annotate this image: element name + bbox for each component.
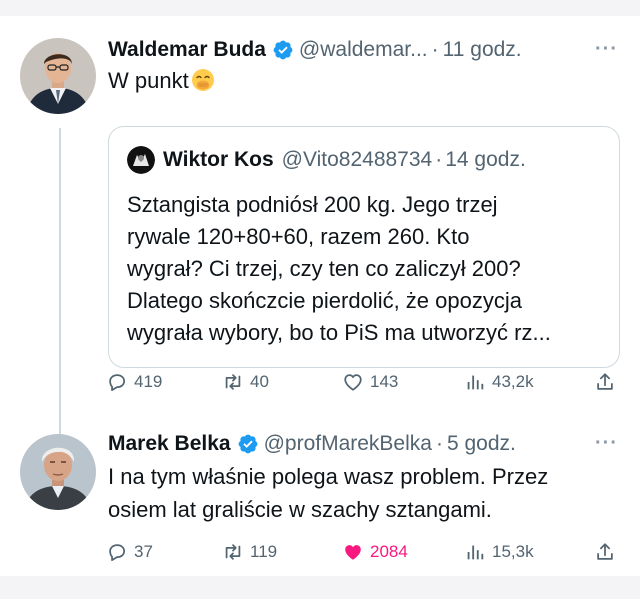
verified-badge-icon [272,39,294,61]
more-options-icon[interactable]: ··· [595,432,618,455]
author-handle[interactable]: @profMarekBelka [264,432,432,456]
tweet-text-line: I na tym właśnie polega wasz problem. Pr… [108,464,549,489]
repost-button[interactable]: 40 [222,368,269,396]
views-icon [464,371,486,393]
share-button[interactable] [594,538,616,566]
share-icon [594,371,616,393]
quoted-text-line: Dlatego skończcie pierdolić, że opozycja [127,288,522,313]
repost-count: 40 [250,372,269,391]
repost-icon [222,371,244,393]
like-button[interactable]: 143 [342,368,398,396]
reply-button[interactable]: 419 [106,368,162,396]
views-button[interactable]: 15,3k [464,538,534,566]
tweet-timestamp[interactable]: 11 godz. [443,38,522,62]
quoted-tweet-header: Wiktor Kos @Vito82488734 · 14 godz. [127,145,526,175]
like-button[interactable]: 2084 [342,538,408,566]
author-name[interactable]: Waldemar Buda [108,38,266,62]
repost-count: 119 [250,542,278,561]
author-name[interactable]: Marek Belka [108,432,231,456]
reply-icon [106,371,128,393]
quoted-text-line: wygrał? Ci trzej, czy ten co zaliczył 20… [127,256,521,281]
avatar-waldemar-buda[interactable] [20,38,96,114]
views-count: 15,3k [492,542,534,561]
avatar-wiktor-kos [127,146,155,174]
like-count: 143 [370,372,399,391]
tweet-text-line: osiem lat graliście w szachy sztangami. [108,497,492,522]
quoted-text-line: rywale 120+80+60, razem 260. Kto [127,224,470,249]
views-count: 43,2k [492,372,534,391]
avatar-marek-belka[interactable] [20,434,96,510]
tweet-text: I na tym właśnie polega wasz problem. Pr… [108,460,548,526]
views-icon [464,541,486,563]
repost-button[interactable]: 119 [222,538,277,566]
heart-icon [342,371,364,393]
quoted-author-handle: @Vito82488734 [281,148,433,171]
tweet-text: W punkt [108,64,215,97]
share-icon [594,541,616,563]
tweet-actions: 419 40 143 43,2k [104,368,624,396]
quoted-tweet-text: Sztangista podniósł 200 kg. Jego trzej r… [127,189,607,349]
tweet-actions: 37 119 2084 15,3k [104,538,624,566]
reply-count: 419 [134,372,163,391]
more-options-icon[interactable]: ··· [595,38,618,61]
reply-button[interactable]: 37 [106,538,153,566]
repost-icon [222,541,244,563]
tweet-timestamp[interactable]: 5 godz. [447,432,516,456]
quoted-text-line: Sztangista podniósł 200 kg. Jego trzej [127,192,498,217]
reply-count: 37 [134,542,153,561]
tweet-header: Marek Belka @profMarekBelka · 5 godz. [108,428,516,460]
quoted-tweet[interactable]: Wiktor Kos @Vito82488734 · 14 godz. Szta… [108,126,620,368]
tweet-text-content: W punkt [108,68,189,93]
tweet-thread: Waldemar Buda @waldemar... · 11 godz. ··… [0,16,640,576]
quoted-text-line: wygrała wybory, bo to PiS ma utworzyć rz… [127,320,551,345]
verified-badge-icon [237,433,259,455]
views-button[interactable]: 43,2k [464,368,534,396]
tweet-header: Waldemar Buda @waldemar... · 11 godz. [108,34,522,66]
author-handle[interactable]: @waldemar... [299,38,428,62]
heart-filled-icon [342,541,364,563]
like-count: 2084 [370,542,408,561]
separator-dot: · [435,148,443,171]
share-button[interactable] [594,368,616,396]
separator-dot: · [431,38,439,61]
hand-over-mouth-emoji-icon [191,69,214,91]
quoted-author-name: Wiktor Kos [163,148,274,171]
reply-icon [106,541,128,563]
quoted-tweet-timestamp: 14 godz. [445,148,526,171]
thread-connector-line [59,128,61,446]
separator-dot: · [435,432,443,455]
